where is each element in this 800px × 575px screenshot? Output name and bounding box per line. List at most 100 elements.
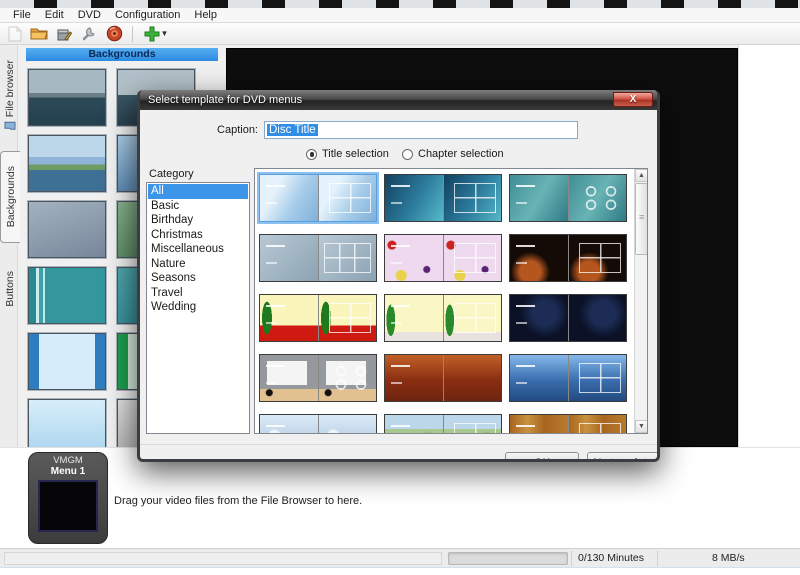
caption-label: Caption: [217,124,258,136]
select-template-dialog: Select template for DVD menus X Caption:… [137,90,660,462]
template-chapter-pane [568,295,626,341]
ok-button[interactable]: OK [505,452,579,459]
tab-label: Buttons [3,271,16,307]
add-menu-icon[interactable]: ▼ [141,25,171,43]
template-thumbnail[interactable] [509,234,627,282]
template-chapter-pane [318,295,376,341]
selection-radio-group: Title selection Chapter selection [140,148,657,162]
template-title-pane [260,355,318,401]
template-thumbnail[interactable] [509,354,627,402]
template-thumbnail[interactable] [259,414,377,433]
template-chapter-pane [568,175,626,221]
tab-label: File browser [3,60,16,118]
template-thumbnail[interactable] [384,294,502,342]
filmstrip-border [0,0,800,8]
template-grid-inner [255,169,634,433]
template-thumbnail[interactable] [259,354,377,402]
right-gutter [738,45,800,447]
radio-dot-icon [306,148,317,160]
status-bitrate: 8 MB/s [712,552,745,564]
template-title-pane [260,175,318,221]
category-item[interactable]: Travel [148,286,248,301]
category-item[interactable]: Seasons [148,271,248,286]
background-thumbnail[interactable] [28,201,106,258]
radio-label: Title selection [322,148,389,160]
template-thumbnail[interactable] [384,414,502,433]
scroll-up-icon[interactable]: ▲ [635,169,647,182]
tab-label: Backgrounds [4,166,17,228]
close-icon[interactable]: X [613,92,653,107]
background-thumbnail[interactable] [28,333,106,390]
template-chapter-pane [443,175,501,221]
toolbar-separator [132,25,133,42]
menu-item[interactable]: File [6,9,38,21]
side-tabstrip: File browser Backgrounds Buttons [0,45,20,447]
template-thumbnail[interactable] [509,174,627,222]
category-item[interactable]: Wedding [148,300,248,315]
category-item[interactable]: All [148,184,248,199]
menu-item[interactable]: Help [187,9,224,21]
template-title-pane [510,415,568,433]
caption-value: Disc Title [267,124,318,136]
radio-chapter-selection[interactable]: Chapter selection [402,148,504,160]
category-item[interactable]: Birthday [148,213,248,228]
template-title-pane [260,235,318,281]
template-thumbnail[interactable] [259,294,377,342]
template-chapter-pane [443,295,501,341]
caption-input[interactable]: Disc Title [264,121,578,139]
template-chapter-pane [443,355,501,401]
status-message-field [4,552,442,565]
status-minutes: 0/130 Minutes [578,552,644,564]
radio-title-selection[interactable]: Title selection [306,148,389,160]
template-chapter-pane [318,175,376,221]
dialog-titlebar[interactable]: Select template for DVD menus X [140,90,657,110]
template-title-pane [510,175,568,221]
scroll-down-icon[interactable]: ▼ [635,420,647,433]
template-thumbnail[interactable] [259,174,377,222]
backgrounds-header: Backgrounds [26,48,218,61]
tab-buttons[interactable]: Buttons [1,251,18,327]
scrollbar-thumb[interactable] [635,183,647,255]
template-thumbnail[interactable] [509,294,627,342]
template-grid: ▲ ▼ [254,168,648,434]
template-thumbnail[interactable] [509,414,627,433]
template-thumbnail[interactable] [384,354,502,402]
menu-item[interactable]: DVD [71,9,108,21]
category-item[interactable]: Basic [148,199,248,214]
background-thumbnail[interactable] [28,135,106,192]
open-icon[interactable] [29,25,49,43]
template-chapter-pane [443,415,501,433]
menu-item[interactable]: Configuration [108,9,187,21]
statusbar: 0/130 Minutes 8 MB/s [0,548,800,567]
template-title-pane [385,295,443,341]
background-thumbnail[interactable] [28,267,106,324]
template-title-pane [510,235,568,281]
template-chapter-pane [568,235,626,281]
tab-file-browser[interactable]: File browser [1,53,18,139]
tab-backgrounds[interactable]: Backgrounds [0,151,20,243]
no-template-button[interactable]: No template [587,452,657,459]
menu-item[interactable]: Edit [38,9,71,21]
capacity-gauge [448,552,568,565]
titleset-dropzone[interactable]: VMGM Menu 1 Drag your video files from t… [0,447,800,548]
template-title-pane [385,355,443,401]
burn-icon[interactable] [104,25,124,43]
category-item[interactable]: Miscellaneous [148,242,248,257]
package-icon[interactable] [54,25,74,43]
wrench-icon[interactable] [79,25,99,43]
template-thumbnail[interactable] [384,234,502,282]
category-item[interactable]: Christmas [148,228,248,243]
template-chapter-pane [318,415,376,433]
template-chapter-pane [443,235,501,281]
chevron-down-icon: ▼ [160,29,169,38]
vmgm-label: VMGM [53,455,83,466]
template-thumbnail[interactable] [259,234,377,282]
template-thumbnail[interactable] [384,174,502,222]
template-grid-scrollbar[interactable]: ▲ ▼ [634,169,647,433]
category-item[interactable]: Nature [148,257,248,272]
new-icon[interactable] [4,25,24,43]
template-chapter-pane [318,235,376,281]
vmgm-menu-item[interactable]: VMGM Menu 1 [28,452,108,544]
background-thumbnail[interactable] [28,69,106,126]
template-title-pane [385,175,443,221]
